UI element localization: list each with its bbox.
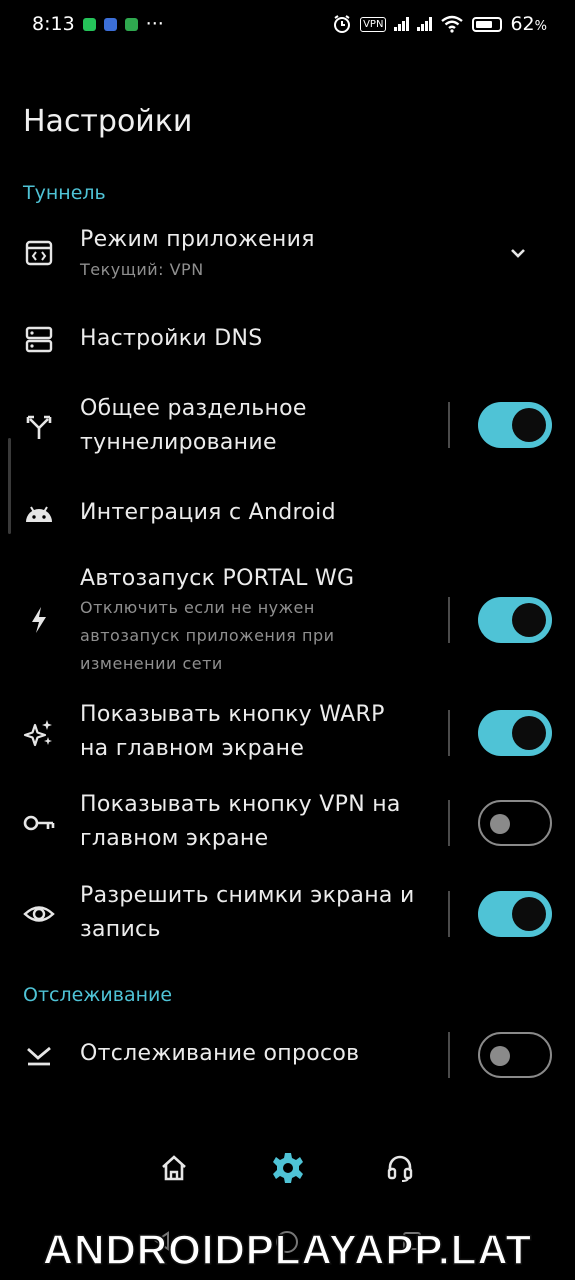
poll-tracking-toggle[interactable] bbox=[478, 1032, 552, 1078]
nav-settings[interactable] bbox=[260, 1140, 316, 1196]
divider bbox=[448, 891, 450, 937]
divider bbox=[448, 710, 450, 756]
setting-title: Настройки DNS bbox=[80, 326, 263, 351]
setting-title-line-1: Общее раздельное bbox=[80, 396, 307, 421]
section-tunnel-header: Туннель bbox=[23, 182, 106, 204]
signal-2-icon bbox=[417, 17, 433, 31]
setting-title: Отслеживание опросов bbox=[80, 1041, 360, 1066]
gear-icon bbox=[273, 1153, 303, 1183]
bolt-icon bbox=[22, 603, 56, 637]
app-notification-icon bbox=[103, 17, 117, 31]
setting-poll-tracking[interactable]: Отслеживание опросов bbox=[0, 1030, 575, 1080]
app-mode-icon bbox=[22, 236, 56, 270]
setting-autostart[interactable]: Автозапуск PORTAL WG Отключить если не н… bbox=[0, 562, 575, 678]
dns-icon bbox=[22, 322, 56, 356]
status-bar-left: 8:13 ··· bbox=[32, 13, 164, 35]
section-tracking-header: Отслеживание bbox=[23, 984, 173, 1006]
setting-subtitle-line-3: изменении сети bbox=[80, 654, 223, 673]
setting-subtitle: Текущий: VPN bbox=[80, 260, 204, 279]
divider bbox=[448, 1032, 450, 1078]
setting-app-mode[interactable]: Режим приложения Текущий: VPN bbox=[0, 222, 575, 292]
divider bbox=[448, 402, 450, 448]
setting-title-line-2: запись bbox=[80, 917, 161, 942]
chevron-down-icon[interactable] bbox=[505, 240, 531, 270]
setting-title: Режим приложения bbox=[80, 227, 315, 252]
eye-icon bbox=[22, 897, 56, 931]
watermark: ANDROIDPLAYAPP.LAT bbox=[42, 1225, 533, 1274]
home-icon bbox=[162, 1155, 186, 1181]
status-bar-right: VPN 62% bbox=[332, 13, 547, 35]
status-bar: 8:13 ··· VPN 62% bbox=[0, 0, 575, 48]
setting-allow-screenshots[interactable]: Разрешить снимки экрана и запись bbox=[0, 879, 575, 949]
autostart-toggle[interactable] bbox=[478, 597, 552, 643]
vpn-button-toggle[interactable] bbox=[478, 800, 552, 846]
setting-title-line-1: Показывать кнопку VPN на bbox=[80, 792, 401, 817]
bottom-navigation bbox=[0, 1140, 575, 1196]
split-tunnel-icon bbox=[22, 410, 56, 444]
divider bbox=[448, 597, 450, 643]
setting-subtitle-line-2: автозапуск приложения при bbox=[80, 626, 335, 645]
screenshots-toggle[interactable] bbox=[478, 891, 552, 937]
whatsapp-notification-icon bbox=[82, 17, 96, 31]
poll-tracking-icon bbox=[22, 1038, 56, 1072]
alarm-icon bbox=[334, 15, 351, 33]
setting-dns[interactable]: Настройки DNS bbox=[0, 318, 575, 362]
wifi-icon bbox=[441, 15, 464, 33]
headset-icon bbox=[387, 1155, 413, 1182]
setting-split-tunneling[interactable]: Общее раздельное туннелирование bbox=[0, 392, 575, 462]
clock: 8:13 bbox=[32, 13, 75, 35]
battery-icon bbox=[472, 16, 503, 32]
setting-title-line-2: главном экране bbox=[80, 826, 269, 851]
setting-title: Автозапуск PORTAL WG bbox=[80, 566, 355, 591]
setting-title-line-1: Показывать кнопку WARP bbox=[80, 702, 385, 727]
download-notification-icon bbox=[124, 17, 138, 31]
more-notifications-icon: ··· bbox=[145, 13, 164, 35]
setting-android-integration[interactable]: Интеграция с Android bbox=[0, 492, 575, 536]
key-icon bbox=[22, 806, 56, 840]
setting-title-line-2: туннелирование bbox=[80, 430, 277, 455]
setting-title-line-1: Разрешить снимки экрана и bbox=[80, 883, 415, 908]
page-title: Настройки bbox=[23, 104, 193, 139]
android-icon bbox=[22, 496, 56, 530]
setting-title-line-2: на главном экране bbox=[80, 736, 305, 761]
nav-home[interactable] bbox=[146, 1140, 202, 1196]
split-tunneling-toggle[interactable] bbox=[478, 402, 552, 448]
divider bbox=[448, 800, 450, 846]
setting-subtitle-line-1: Отключить если не нужен bbox=[80, 598, 315, 617]
vpn-status-badge: VPN bbox=[360, 16, 387, 32]
setting-show-vpn-button[interactable]: Показывать кнопку VPN на главном экране bbox=[0, 788, 575, 858]
sparkles-icon bbox=[22, 716, 56, 750]
setting-show-warp-button[interactable]: Показывать кнопку WARP на главном экране bbox=[0, 698, 575, 768]
signal-1-icon bbox=[394, 17, 410, 31]
battery-level: 62% bbox=[510, 13, 547, 35]
setting-title: Интеграция с Android bbox=[80, 500, 336, 525]
nav-support[interactable] bbox=[372, 1140, 428, 1196]
warp-button-toggle[interactable] bbox=[478, 710, 552, 756]
